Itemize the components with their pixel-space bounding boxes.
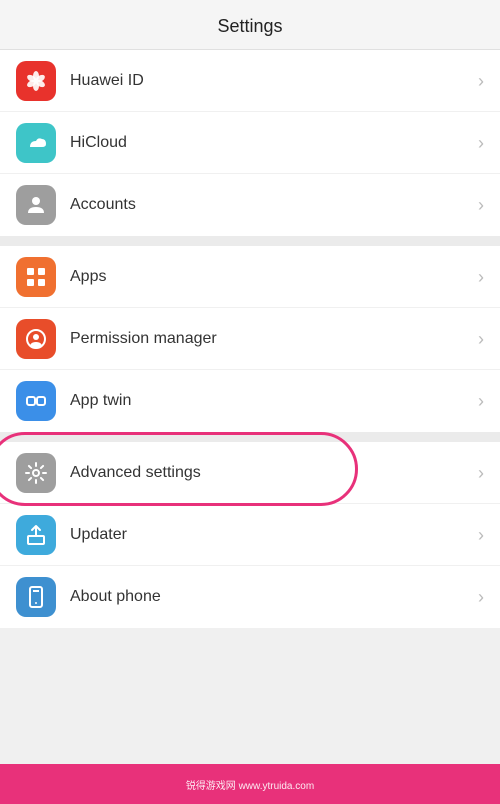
hicloud-chevron: › [478, 134, 484, 152]
settings-group-2: Apps › Permission manager › App twin › [0, 246, 500, 432]
accounts-icon-svg [24, 193, 48, 217]
permission-chevron: › [478, 330, 484, 348]
settings-item-permission-manager[interactable]: Permission manager › [0, 308, 500, 370]
updater-label: Updater [70, 526, 478, 544]
accounts-label: Accounts [70, 196, 478, 214]
divider-1 [0, 236, 500, 246]
aboutphone-icon [16, 577, 56, 617]
permission-icon [16, 319, 56, 359]
huawei-id-label: Huawei ID [70, 72, 478, 90]
hicloud-icon [16, 123, 56, 163]
updater-icon [16, 515, 56, 555]
apps-chevron: › [478, 268, 484, 286]
advanced-settings-icon [16, 453, 56, 493]
advanced-settings-icon-svg [24, 461, 48, 485]
settings-item-about-phone[interactable]: About phone › [0, 566, 500, 628]
settings-item-accounts[interactable]: Accounts › [0, 174, 500, 236]
settings-group-3: Advanced settings › Updater › About phon… [0, 442, 500, 628]
updater-icon-svg [24, 523, 48, 547]
settings-item-app-twin[interactable]: App twin › [0, 370, 500, 432]
settings-item-advanced-settings[interactable]: Advanced settings › [0, 442, 500, 504]
about-phone-chevron: › [478, 588, 484, 606]
advanced-settings-label: Advanced settings [70, 464, 478, 482]
apptwin-icon [16, 381, 56, 421]
hicloud-label: HiCloud [70, 134, 478, 152]
settings-item-updater[interactable]: Updater › [0, 504, 500, 566]
app-twin-label: App twin [70, 392, 478, 410]
watermark: 锐得游戏网 www.ytruida.com [0, 764, 500, 804]
aboutphone-icon-svg [24, 585, 48, 609]
accounts-icon [16, 185, 56, 225]
page-header: Settings [0, 0, 500, 50]
advanced-settings-chevron: › [478, 464, 484, 482]
about-phone-label: About phone [70, 588, 478, 606]
huawei-icon-svg [24, 69, 48, 93]
page-title: Settings [217, 16, 282, 36]
settings-item-apps[interactable]: Apps › [0, 246, 500, 308]
settings-item-hicloud[interactable]: HiCloud › [0, 112, 500, 174]
huawei-id-chevron: › [478, 72, 484, 90]
updater-chevron: › [478, 526, 484, 544]
apps-icon [16, 257, 56, 297]
apps-icon-svg [24, 265, 48, 289]
apptwin-chevron: › [478, 392, 484, 410]
apptwin-icon-svg [24, 389, 48, 413]
apps-label: Apps [70, 268, 478, 286]
hicloud-icon-svg [24, 131, 48, 155]
settings-item-huawei-id[interactable]: Huawei ID › [0, 50, 500, 112]
divider-2 [0, 432, 500, 442]
accounts-chevron: › [478, 196, 484, 214]
permission-manager-label: Permission manager [70, 330, 478, 348]
settings-group-1: Huawei ID › HiCloud › Accounts › [0, 50, 500, 236]
huawei-id-icon [16, 61, 56, 101]
watermark-text: 锐得游戏网 www.ytruida.com [186, 777, 314, 792]
permission-icon-svg [24, 327, 48, 351]
